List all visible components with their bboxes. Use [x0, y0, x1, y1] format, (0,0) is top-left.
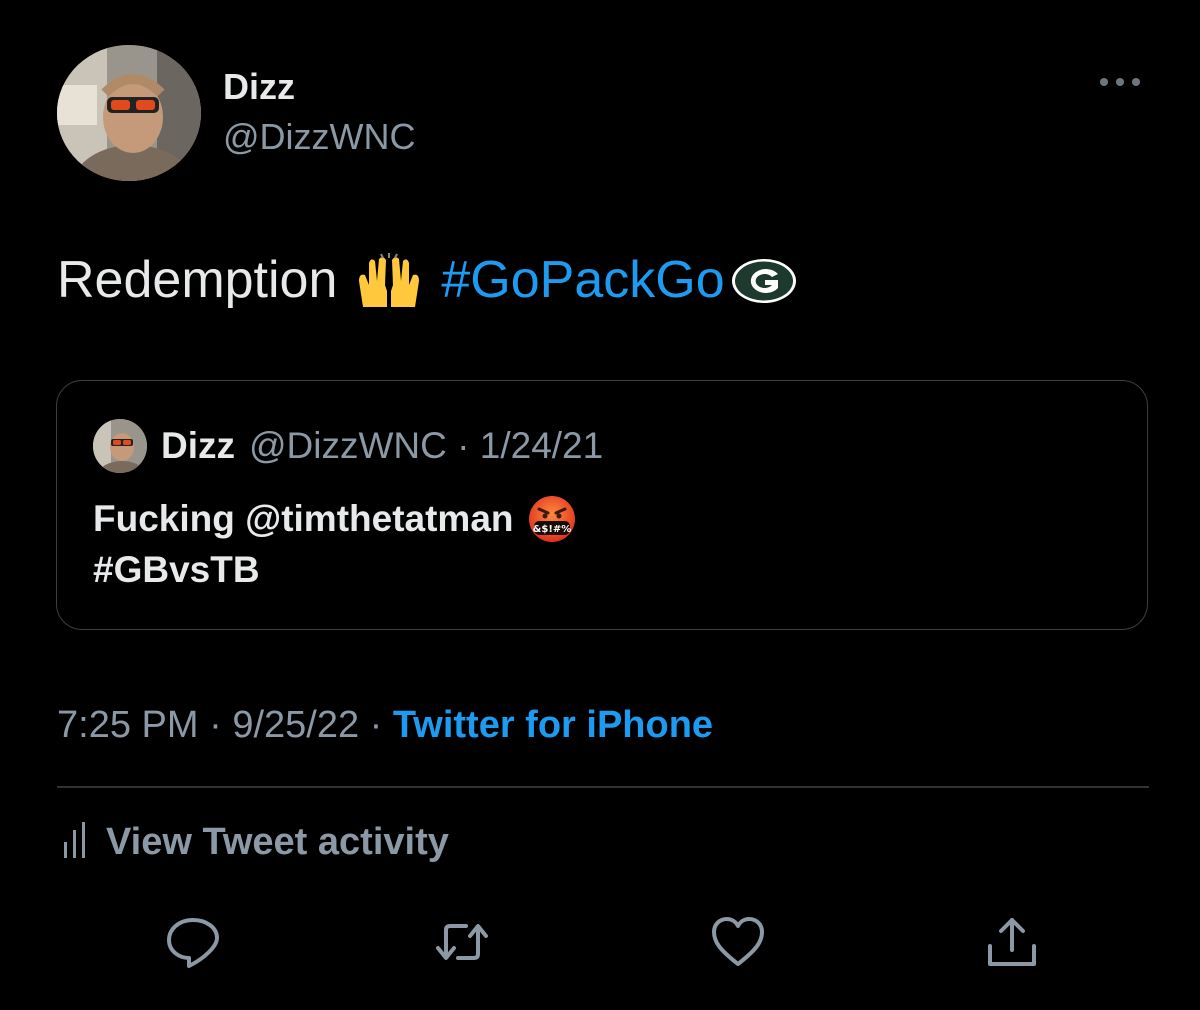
like-icon[interactable] [708, 912, 768, 972]
quoted-display-name: Dizz [161, 425, 235, 466]
quoted-avatar [93, 419, 147, 473]
tweet-text: Redemption #GoPackGo [57, 250, 797, 310]
divider [57, 786, 1149, 788]
hashtag-link[interactable]: #GoPackGo [441, 250, 724, 310]
quoted-date: 1/24/21 [479, 425, 604, 466]
tweet-source-link[interactable]: Twitter for iPhone [393, 704, 713, 746]
face-with-symbols-icon: &$!#% [528, 495, 576, 543]
quoted-text-line1: Fucking @timthetatman [93, 498, 514, 539]
quoted-text-line1-wrap: Fucking @timthetatman &$!#% [93, 495, 576, 543]
tweet-timestamp: 7:25 PM · 9/25/22 · Twitter for iPhone [57, 704, 713, 747]
bar-chart-icon [60, 820, 90, 865]
user-handle[interactable]: @DizzWNC [223, 116, 416, 158]
reply-icon[interactable] [163, 912, 223, 972]
quoted-separator: · [457, 425, 470, 466]
quoted-hashtag[interactable]: #GBvsTB [93, 549, 260, 591]
quoted-meta: Dizz @DizzWNC · 1/24/21 [161, 425, 603, 467]
green-bay-packers-logo-icon [731, 257, 797, 303]
svg-text:&$!#%: &$!#% [532, 524, 571, 535]
view-tweet-activity-button[interactable]: View Tweet activity [60, 820, 449, 865]
avatar[interactable] [57, 45, 201, 181]
display-name[interactable]: Dizz [223, 66, 295, 108]
tweet-word: Redemption [57, 251, 338, 309]
raising-hands-icon [355, 251, 423, 309]
tweet-date: 9/25/22 [232, 704, 360, 746]
quoted-handle: @DizzWNC [249, 425, 447, 466]
share-icon[interactable] [982, 912, 1042, 972]
more-options-icon[interactable] [1100, 72, 1148, 92]
tweet-time: 7:25 PM [57, 704, 199, 746]
meta-separator: · [198, 704, 233, 746]
meta-separator: · [359, 704, 393, 746]
quoted-tweet-card[interactable]: Dizz @DizzWNC · 1/24/21 Fucking @timtheta… [56, 380, 1148, 630]
retweet-icon[interactable] [432, 912, 492, 972]
view-tweet-activity-label: View Tweet activity [106, 821, 449, 863]
